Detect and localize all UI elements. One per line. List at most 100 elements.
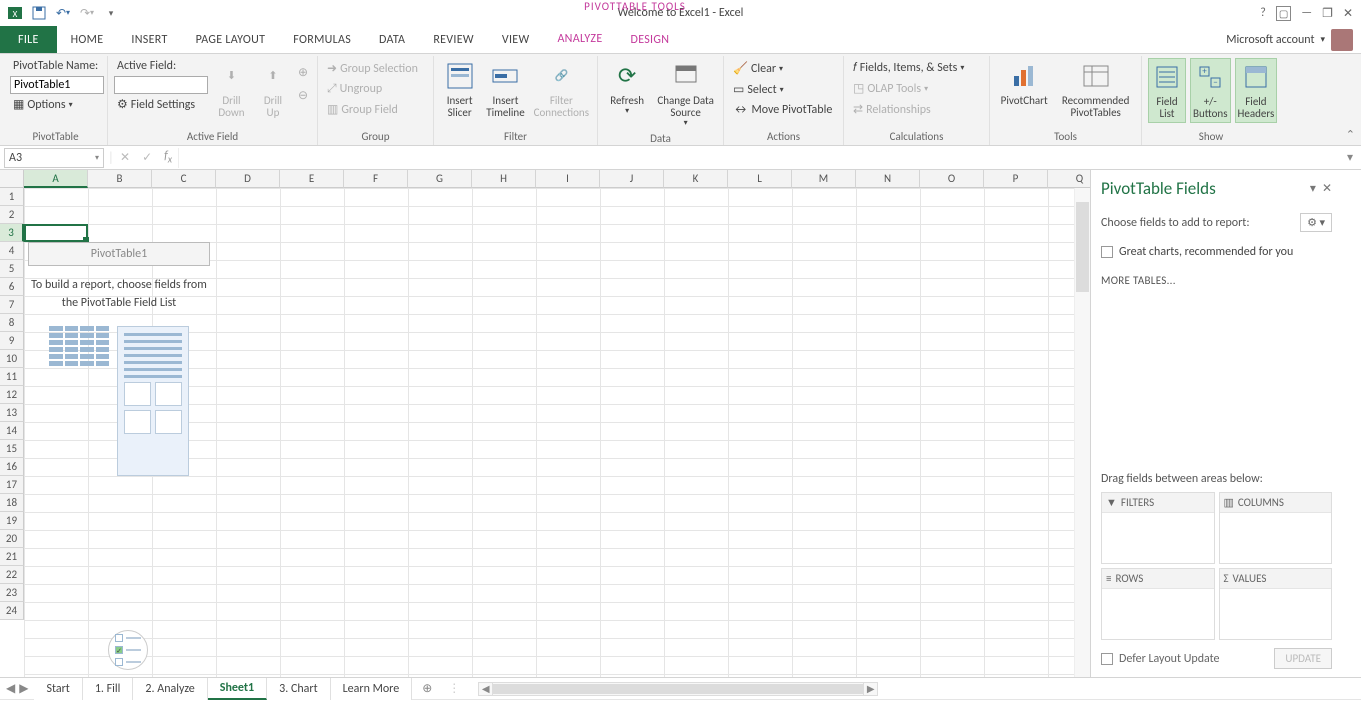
row-header[interactable]: 1 [0, 188, 24, 206]
row-header[interactable]: 19 [0, 512, 24, 530]
column-header[interactable]: P [984, 170, 1048, 188]
column-header[interactable]: K [664, 170, 728, 188]
tab-data[interactable]: DATA [365, 26, 419, 53]
insert-timeline-button[interactable]: Insert Timeline [483, 58, 527, 121]
tab-review[interactable]: REVIEW [419, 26, 488, 53]
name-box[interactable]: A3▾ [4, 148, 104, 168]
column-header[interactable]: J [600, 170, 664, 188]
relationships-button[interactable]: ⇄Relationships [850, 101, 934, 118]
row-header[interactable]: 22 [0, 566, 24, 584]
row-header[interactable]: 14 [0, 422, 24, 440]
tab-view[interactable]: VIEW [488, 26, 544, 53]
column-header[interactable]: N [856, 170, 920, 188]
column-header[interactable]: A [24, 170, 88, 188]
ungroup-button[interactable]: ⤢Ungroup [324, 81, 385, 97]
fields-items-sets-button[interactable]: 𝑓Fields, Items, & Sets▾ [850, 60, 967, 76]
field-list-button[interactable]: Field List [1148, 58, 1186, 123]
sheet-tab[interactable]: 1. Fill [83, 678, 134, 700]
tab-analyze[interactable]: ANALYZE [543, 26, 616, 53]
tab-insert[interactable]: INSERT [117, 26, 181, 53]
more-tables-link[interactable]: MORE TABLES... [1101, 274, 1332, 287]
select-button[interactable]: ▭Select▾ [730, 81, 787, 98]
sheet-nav-next-icon[interactable]: ▶ [19, 681, 28, 696]
row-header[interactable]: 6 [0, 278, 24, 296]
row-header[interactable]: 10 [0, 350, 24, 368]
enter-formula-icon[interactable]: ✓ [136, 150, 158, 165]
horizontal-scrollbar[interactable]: ◀▶ [478, 682, 878, 696]
tab-file[interactable]: FILE [0, 26, 57, 53]
row-header[interactable]: 13 [0, 404, 24, 422]
move-pivottable-button[interactable]: ↔Move PivotTable [730, 102, 835, 118]
select-all-corner[interactable] [0, 170, 24, 188]
column-header[interactable]: L [728, 170, 792, 188]
sheet-tab[interactable]: Learn More [331, 678, 413, 700]
sheet-nav-prev-icon[interactable]: ◀ [6, 681, 15, 696]
row-header[interactable]: 18 [0, 494, 24, 512]
drill-down-button[interactable]: ⬇Drill Down [212, 58, 251, 121]
drill-up-button[interactable]: ⬆Drill Up [255, 58, 291, 121]
pivotchart-button[interactable]: PivotChart [996, 58, 1052, 109]
field-item[interactable]: Great charts, recommended for you [1101, 242, 1332, 262]
olap-tools-button[interactable]: ◳OLAP Tools▾ [850, 80, 931, 97]
sheet-tab[interactable]: Sheet1 [208, 678, 267, 700]
row-header[interactable]: 3 [0, 224, 24, 242]
active-field-input[interactable] [114, 76, 208, 94]
row-header[interactable]: 15 [0, 440, 24, 458]
account-label[interactable]: Microsoft account [1226, 33, 1314, 47]
new-sheet-button[interactable]: ⊕ [412, 681, 442, 696]
change-data-source-button[interactable]: Change Data Source▾ [654, 58, 717, 130]
row-header[interactable]: 23 [0, 584, 24, 602]
column-header[interactable]: G [408, 170, 472, 188]
vertical-scrollbar[interactable] [1074, 188, 1090, 677]
column-header[interactable]: D [216, 170, 280, 188]
expand-formula-bar-icon[interactable]: ▾ [1347, 150, 1361, 165]
checkbox-icon[interactable] [1101, 246, 1113, 258]
chevron-down-icon[interactable]: ▾ [1320, 34, 1325, 45]
field-settings-button[interactable]: ⚙Field Settings [114, 96, 208, 113]
column-header[interactable]: M [792, 170, 856, 188]
row-header[interactable]: 8 [0, 314, 24, 332]
sheet-tab[interactable]: 2. Analyze [133, 678, 207, 700]
row-header[interactable]: 24 [0, 602, 24, 620]
sheet-tab[interactable]: 3. Chart [267, 678, 330, 700]
row-header[interactable]: 2 [0, 206, 24, 224]
recommended-pivottables-button[interactable]: Recommended PivotTables [1056, 58, 1135, 121]
area-filters[interactable]: ▼FILTERS [1101, 492, 1215, 564]
clear-button[interactable]: 🧹Clear▾ [730, 60, 786, 77]
collapse-field-icon[interactable]: ⊖ [295, 87, 311, 104]
pane-menu-icon[interactable]: ▾ [1310, 181, 1316, 196]
row-header[interactable]: 7 [0, 296, 24, 314]
row-header[interactable]: 20 [0, 530, 24, 548]
options-button[interactable]: ▦Options▾ [10, 96, 76, 113]
column-header[interactable]: C [152, 170, 216, 188]
row-header[interactable]: 16 [0, 458, 24, 476]
pane-close-icon[interactable]: ✕ [1322, 181, 1332, 196]
column-header[interactable]: H [472, 170, 536, 188]
insert-slicer-button[interactable]: Insert Slicer [440, 58, 479, 121]
group-field-button[interactable]: ▥Group Field [324, 101, 401, 118]
row-header[interactable]: 12 [0, 386, 24, 404]
tab-design[interactable]: DESIGN [617, 26, 684, 53]
row-header[interactable]: 21 [0, 548, 24, 566]
column-header[interactable]: Q [1048, 170, 1090, 188]
area-rows[interactable]: ≡ROWS [1101, 568, 1215, 640]
tab-home[interactable]: HOME [57, 26, 118, 53]
collapse-ribbon-icon[interactable]: ⌃ [1346, 128, 1355, 141]
group-selection-button[interactable]: ➜Group Selection [324, 60, 421, 77]
tab-formulas[interactable]: FORMULAS [279, 26, 365, 53]
avatar[interactable] [1331, 29, 1353, 51]
row-header[interactable]: 4 [0, 242, 24, 260]
column-header[interactable]: I [536, 170, 600, 188]
refresh-button[interactable]: ⟳Refresh▾ [604, 58, 650, 118]
fx-icon[interactable]: fx [158, 149, 178, 165]
tab-page-layout[interactable]: PAGE LAYOUT [182, 26, 280, 53]
row-header[interactable]: 5 [0, 260, 24, 278]
selected-cell[interactable] [24, 224, 88, 242]
row-header[interactable]: 9 [0, 332, 24, 350]
defer-checkbox[interactable] [1101, 653, 1113, 665]
column-header[interactable]: O [920, 170, 984, 188]
row-header[interactable]: 11 [0, 368, 24, 386]
area-columns[interactable]: ▥COLUMNS [1219, 492, 1333, 564]
field-headers-button[interactable]: Field Headers [1235, 58, 1278, 123]
cancel-formula-icon[interactable]: ✕ [114, 150, 136, 165]
